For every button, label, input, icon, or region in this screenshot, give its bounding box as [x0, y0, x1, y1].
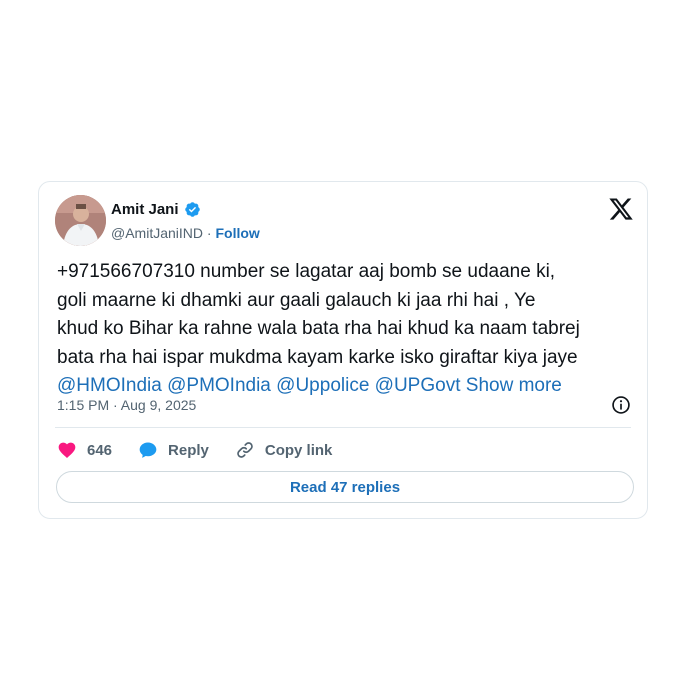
mention-link[interactable]: @PMOIndia [167, 375, 271, 396]
avatar[interactable] [55, 195, 106, 246]
like-count: 646 [87, 441, 113, 459]
author-handle-row: @AmitJaniIND · Follow [111, 225, 260, 241]
mention-link[interactable]: @Uppolice [276, 375, 369, 396]
tweet-text-line: +971566707310 number se lagatar aaj bomb… [57, 261, 556, 282]
heart-icon [58, 442, 76, 458]
avatar-photo-icon [55, 195, 106, 246]
reply-label: Reply [168, 441, 209, 459]
verified-badge-icon [184, 202, 200, 217]
copy-link-button[interactable]: Copy link [235, 440, 333, 460]
tweet-text-line: bata rha hai ispar mukdma kayam karke is… [57, 346, 578, 368]
author-name[interactable]: Amit Jani [111, 201, 179, 218]
show-more-link[interactable]: Show more [466, 375, 562, 396]
follow-button[interactable]: Follow [215, 225, 259, 241]
info-icon[interactable] [611, 395, 631, 415]
tweet-text-line: goli maarne ki dhamki aur gaali galauch … [57, 289, 536, 311]
tweet-card: Amit Jani @AmitJaniIND · Follow +9715667… [38, 181, 648, 519]
author-name-row: Amit Jani [111, 201, 201, 218]
reply-button[interactable]: Reply [138, 440, 209, 460]
handle-separator: · [203, 225, 216, 241]
divider [55, 427, 631, 428]
link-chain-icon [237, 442, 253, 458]
reply-bubble-icon [139, 442, 157, 458]
like-button[interactable]: 646 [57, 440, 112, 460]
tweet-text-line: khud ko Bihar ka rahne wala bata rha hai… [57, 318, 580, 339]
read-replies-label: Read 47 replies [289, 478, 401, 496]
post-timestamp[interactable]: 1:15 PM · Aug 9, 2025 [57, 397, 196, 413]
x-logo-icon[interactable] [608, 196, 634, 222]
action-bar: 646 Reply Copy link [57, 438, 358, 462]
author-handle[interactable]: @AmitJaniIND [111, 225, 203, 241]
copy-link-label: Copy link [264, 441, 333, 459]
mention-link[interactable]: @UPGovt [375, 375, 461, 396]
tweet-text: +971566707310 number se lagatar aaj bomb… [57, 258, 637, 401]
mention-link[interactable]: @HMOIndia [57, 375, 162, 396]
read-replies-button[interactable]: Read 47 replies [56, 471, 634, 503]
